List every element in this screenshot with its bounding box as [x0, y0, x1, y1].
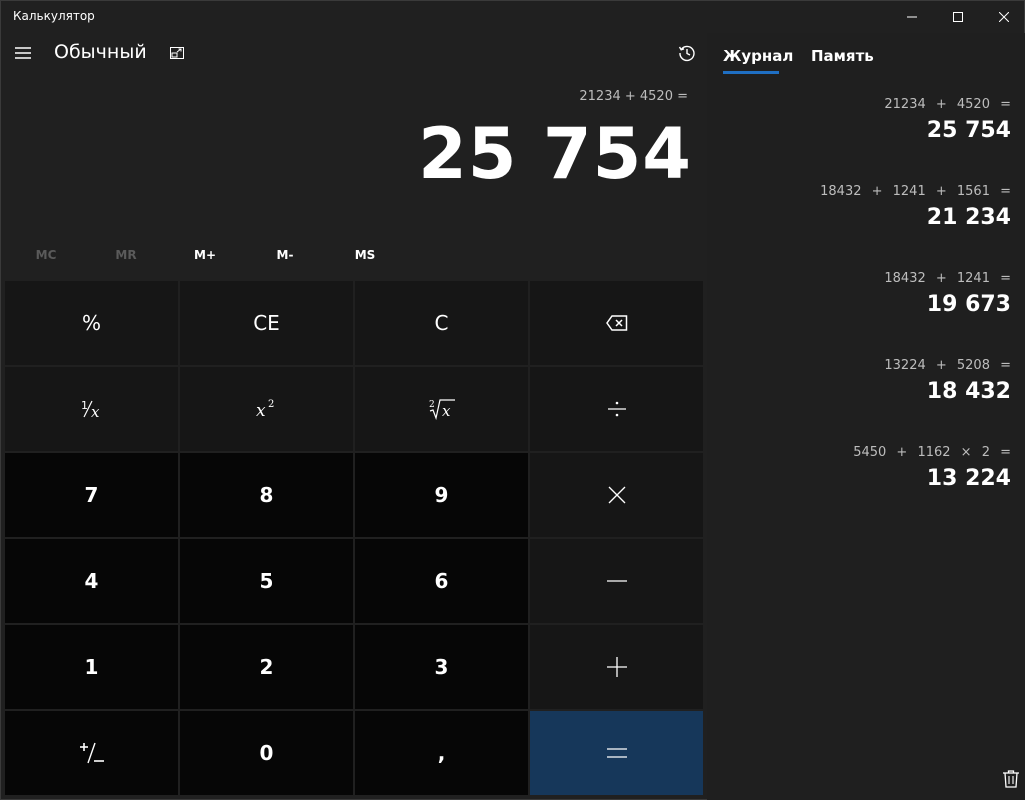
tab-memory[interactable]: Память — [811, 47, 874, 65]
negate-button[interactable] — [5, 711, 178, 795]
history-button[interactable] — [675, 41, 699, 65]
square-button[interactable]: x 2 — [180, 367, 353, 451]
history-item[interactable]: 18432 + 1241 = 19 673 — [711, 271, 1011, 317]
multiply-button[interactable] — [530, 453, 703, 537]
digit-2-button[interactable]: 2 — [180, 625, 353, 709]
keypad: % CE C 1 x x 2 2 x 7 8 9 4 5 6 1 2 3 0 , — [5, 281, 705, 797]
calculator-window: Калькулятор Обычный 21234 + 4520 = 25 75… — [0, 0, 1025, 800]
plus-icon — [606, 657, 627, 677]
clear-history-button[interactable] — [1001, 769, 1021, 789]
trash-icon — [1003, 770, 1019, 788]
plus-button[interactable] — [530, 625, 703, 709]
minimize-icon — [907, 16, 917, 18]
digit-9-button[interactable]: 9 — [355, 453, 528, 537]
multiply-icon — [608, 486, 625, 504]
reciprocal-icon: 1 x — [81, 399, 100, 420]
history-item[interactable]: 13224 + 5208 = 18 432 — [711, 358, 1011, 404]
close-icon — [999, 12, 1009, 22]
title-bar: Калькулятор — [1, 1, 1024, 33]
memory-subtract-button[interactable]: M- — [255, 245, 315, 265]
history-value: 19 673 — [926, 292, 1011, 317]
expression-display: 21234 + 4520 = — [579, 89, 688, 104]
divide-icon — [607, 401, 626, 417]
decimal-separator-button[interactable]: , — [355, 711, 528, 795]
keep-on-top-button[interactable] — [167, 43, 187, 63]
divide-button[interactable] — [530, 367, 703, 451]
equals-icon — [606, 748, 627, 758]
maximize-button[interactable] — [935, 1, 981, 33]
digit-6-button[interactable]: 6 — [355, 539, 528, 623]
digit-8-button[interactable]: 8 — [180, 453, 353, 537]
memory-store-button[interactable]: MS — [335, 245, 395, 265]
keep-on-top-icon — [170, 47, 184, 59]
digit-3-button[interactable]: 3 — [355, 625, 528, 709]
hamburger-icon — [15, 47, 31, 59]
svg-text:2: 2 — [268, 399, 274, 410]
minus-button[interactable] — [530, 539, 703, 623]
memory-clear-button[interactable]: MC — [16, 245, 76, 265]
square-root-button[interactable]: 2 x — [355, 367, 528, 451]
history-value: 25 754 — [926, 118, 1011, 143]
tab-journal[interactable]: Журнал — [723, 47, 793, 65]
maximize-icon — [953, 12, 963, 22]
digit-0-button[interactable]: 0 — [180, 711, 353, 795]
svg-text:x: x — [442, 402, 451, 420]
square-root-icon: 2 x — [429, 399, 455, 420]
history-value: 18 432 — [926, 379, 1011, 404]
history-item[interactable]: 5450 + 1162 × 2 = 13 224 — [711, 445, 1011, 491]
history-expression: 13224 + 5208 = — [884, 358, 1011, 373]
svg-text:x: x — [91, 403, 100, 420]
digit-7-button[interactable]: 7 — [5, 453, 178, 537]
history-value: 21 234 — [926, 205, 1011, 230]
history-expression: 21234 + 4520 = — [884, 97, 1011, 112]
history-panel: Журнал Память 21234 + 4520 = 25 754 1843… — [707, 33, 1025, 800]
clear-button[interactable]: C — [355, 281, 528, 365]
history-item[interactable]: 18432 + 1241 + 1561 = 21 234 — [711, 184, 1011, 230]
history-value: 13 224 — [926, 466, 1011, 491]
digit-1-button[interactable]: 1 — [5, 625, 178, 709]
svg-text:x: x — [256, 401, 266, 420]
history-item[interactable]: 21234 + 4520 = 25 754 — [711, 97, 1011, 143]
app-title: Калькулятор — [13, 9, 95, 23]
close-button[interactable] — [981, 1, 1025, 33]
negate-icon — [79, 742, 104, 764]
svg-text:2: 2 — [429, 400, 435, 410]
percent-button[interactable]: % — [5, 281, 178, 365]
history-expression: 18432 + 1241 = — [884, 271, 1011, 286]
memory-add-button[interactable]: M+ — [175, 245, 235, 265]
digit-5-button[interactable]: 5 — [180, 539, 353, 623]
result-display: 25 754 — [418, 113, 692, 195]
backspace-icon — [605, 315, 627, 331]
history-expression: 5450 + 1162 × 2 = — [853, 445, 1011, 460]
clear-entry-button[interactable]: CE — [180, 281, 353, 365]
calculator-mode-title: Обычный — [54, 41, 147, 63]
minimize-button[interactable] — [889, 1, 935, 33]
minus-icon — [606, 580, 627, 582]
equals-button[interactable] — [530, 711, 703, 795]
reciprocal-button[interactable]: 1 x — [5, 367, 178, 451]
backspace-button[interactable] — [530, 281, 703, 365]
digit-4-button[interactable]: 4 — [5, 539, 178, 623]
memory-recall-button[interactable]: MR — [96, 245, 156, 265]
history-expression: 18432 + 1241 + 1561 = — [820, 184, 1011, 199]
navigation-menu-button[interactable] — [11, 41, 35, 65]
square-icon: x 2 — [256, 399, 274, 420]
active-tab-indicator — [723, 71, 779, 74]
history-icon — [678, 45, 695, 62]
